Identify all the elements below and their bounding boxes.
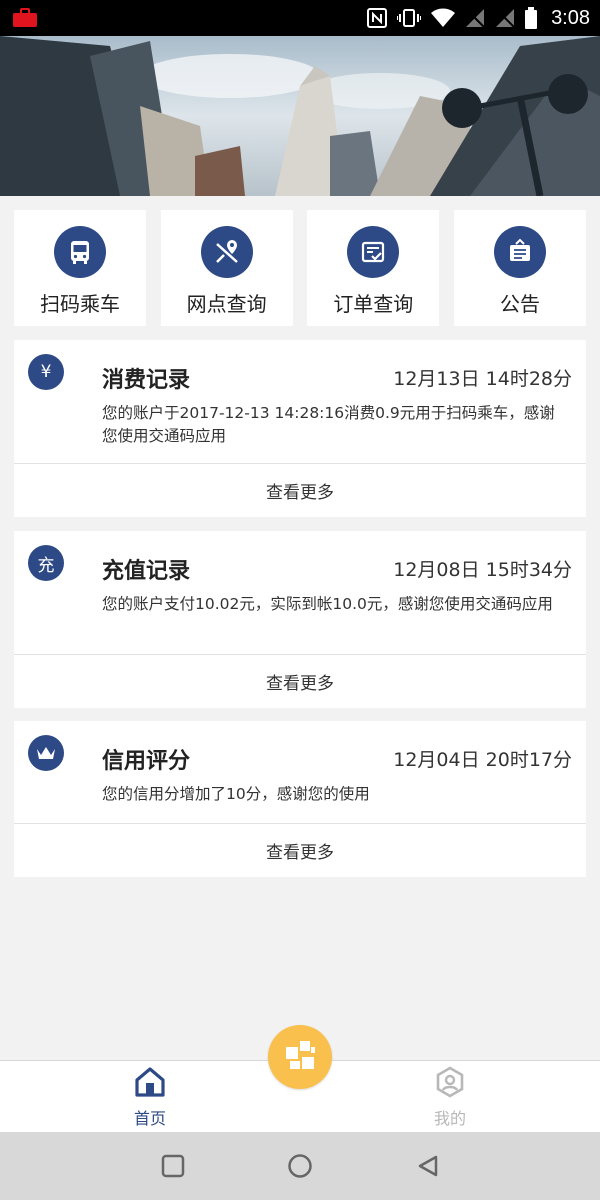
qr-scan-button[interactable] — [268, 1025, 332, 1089]
back-triangle-icon — [416, 1154, 440, 1182]
action-notice[interactable]: 公告 — [453, 210, 586, 326]
nfc-icon — [367, 8, 388, 28]
quick-actions: 扫码乘车 网点查询 订单查询 公告 — [14, 210, 586, 326]
card-title: 消费记录 — [102, 368, 191, 393]
view-more-button[interactable]: 查看更多 — [14, 654, 586, 708]
notice-board-icon — [493, 226, 546, 278]
tab-mine[interactable]: 我的 — [390, 1061, 510, 1133]
bus-icon — [54, 226, 106, 278]
tab-home[interactable]: 首页 — [90, 1061, 210, 1133]
credit-score-card[interactable]: 信用评分 12月04日 20时17分 您的信用分增加了10分，感谢您的使用 查看… — [14, 721, 586, 877]
card-title: 信用评分 — [102, 749, 191, 774]
profile-hexagon-icon — [433, 1065, 467, 1103]
banner-image[interactable] — [0, 36, 600, 196]
action-label: 网点查询 — [186, 292, 267, 316]
action-label: 扫码乘车 — [40, 292, 120, 316]
card-description: 您的账户于2017-12-13 14:28:16消费0.9元用于扫码乘车，感谢您… — [102, 404, 555, 445]
home-nav-button[interactable] — [284, 1152, 316, 1184]
action-scan-ride[interactable]: 扫码乘车 — [14, 210, 146, 326]
card-description: 您的信用分增加了10分，感谢您的使用 — [102, 785, 370, 803]
action-order-search[interactable]: 订单查询 — [307, 210, 440, 326]
square-icon — [161, 1154, 185, 1182]
home-icon — [133, 1065, 167, 1103]
card-time: 12月08日 15时34分 — [393, 559, 572, 581]
yuan-badge-icon: ¥ — [28, 354, 64, 390]
map-pin-icon — [200, 226, 253, 278]
recharge-record-card[interactable]: 充 充值记录 12月08日 15时34分 您的账户支付10.02元，实际到帐10… — [14, 531, 586, 708]
card-description: 您的账户支付10.02元，实际到帐10.0元，感谢您使用交通码应用 — [102, 595, 553, 613]
status-time: 3:08 — [551, 6, 590, 29]
back-button[interactable] — [412, 1152, 444, 1184]
card-time: 12月04日 20时17分 — [393, 749, 572, 771]
circle-icon — [287, 1153, 313, 1183]
action-label: 订单查询 — [333, 292, 414, 316]
battery-icon — [525, 7, 538, 29]
view-more-button[interactable]: 查看更多 — [14, 463, 586, 517]
recents-button[interactable] — [157, 1152, 189, 1184]
briefcase-icon — [12, 8, 38, 28]
recharge-badge-icon: 充 — [28, 545, 64, 581]
order-icon — [347, 226, 400, 278]
signal-off-icon — [495, 8, 515, 28]
qr-scan-icon — [282, 1037, 318, 1077]
action-outlet-search[interactable]: 网点查询 — [160, 210, 293, 326]
status-bar: 3:08 — [0, 0, 600, 36]
tab-home-label: 首页 — [133, 1109, 166, 1128]
vibrate-icon — [397, 8, 422, 28]
card-title: 充值记录 — [102, 559, 191, 584]
crown-icon — [28, 735, 64, 771]
view-more-button[interactable]: 查看更多 — [14, 823, 586, 877]
tab-mine-label: 我的 — [433, 1109, 466, 1128]
card-time: 12月13日 14时28分 — [393, 368, 572, 390]
system-nav-bar — [0, 1132, 600, 1200]
signal-off-icon — [465, 8, 485, 28]
wifi-icon — [431, 8, 456, 28]
consumption-record-card[interactable]: ¥ 消费记录 12月13日 14时28分 您的账户于2017-12-13 14:… — [14, 340, 586, 517]
action-label: 公告 — [499, 292, 540, 316]
